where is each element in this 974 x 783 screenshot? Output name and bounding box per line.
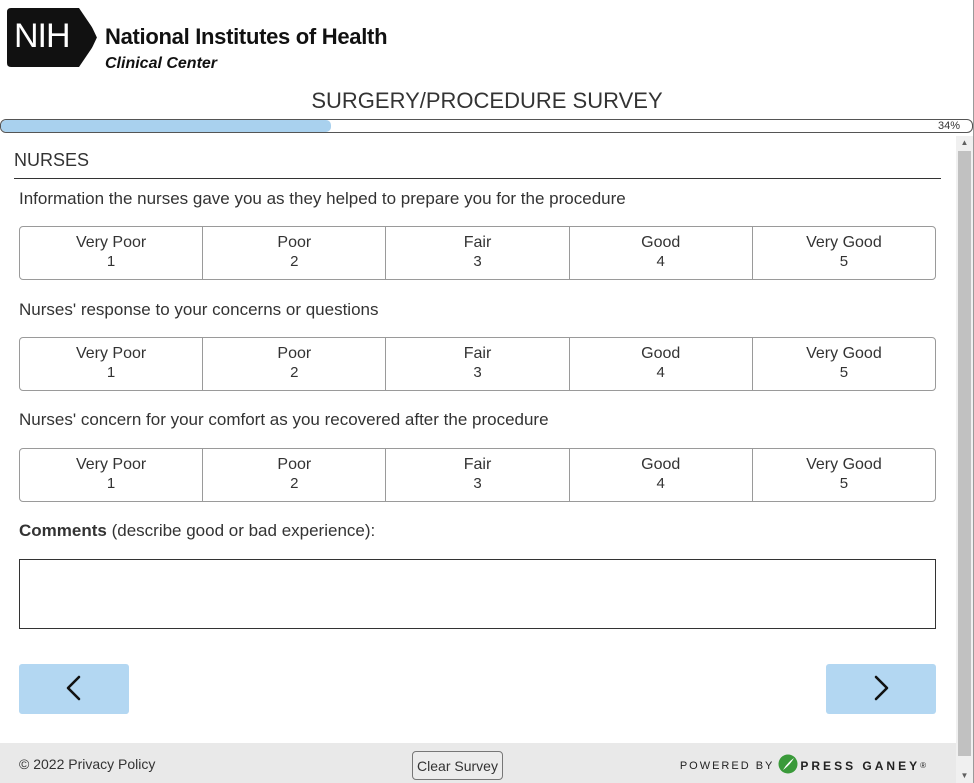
org-name: National Institutes of Health: [105, 24, 388, 49]
rating-option-value: 1: [106, 253, 116, 270]
rating-option-value: 5: [839, 364, 849, 381]
next-button[interactable]: [826, 664, 936, 714]
rating-option-value: 2: [290, 364, 299, 381]
rating-option-label: Poor: [277, 345, 312, 362]
vertical-scrollbar[interactable]: ▲ ▼: [956, 136, 973, 783]
rating-option-very-good[interactable]: Very Good 5: [751, 338, 935, 390]
nih-logo-text: NIH: [14, 17, 71, 55]
rating-option-value: 4: [656, 475, 665, 492]
org-subtitle: Clinical Center: [105, 55, 218, 72]
rating-option-value: 1: [106, 475, 116, 492]
rating-option-label: Poor: [277, 456, 312, 473]
survey-window: NIH National Institutes of Health Clinic…: [0, 0, 974, 783]
question-text: Nurses' concern for your comfort as you …: [19, 410, 549, 429]
rating-option-label: Very Poor: [75, 345, 147, 362]
press-ganey-brand: PRESS GANEY: [800, 758, 921, 773]
progress-fill: [1, 120, 332, 132]
scroll-up-icon[interactable]: ▲: [956, 136, 973, 150]
rating-option-label: Very Poor: [75, 456, 147, 473]
clear-survey-button[interactable]: Clear Survey: [412, 751, 503, 780]
rating-option-poor[interactable]: Poor 2: [202, 449, 385, 501]
powered-by: POWERED BY PRESS GANEY ®: [680, 753, 926, 778]
comments-label: Comments (describe good or bad experienc…: [19, 521, 375, 541]
rating-option-value: 2: [290, 253, 299, 270]
chevron-right-icon: [871, 674, 891, 705]
progress-label: 34%: [937, 120, 960, 132]
scrollbar-thumb[interactable]: [958, 151, 971, 756]
rating-option-label: Very Good: [806, 345, 882, 362]
rating-option-fair[interactable]: Fair 3: [385, 449, 568, 501]
rating-option-label: Fair: [463, 456, 492, 473]
survey-title: SURGERY/PROCEDURE SURVEY: [311, 88, 663, 113]
rating-option-label: Good: [641, 345, 681, 362]
rating-option-very-poor[interactable]: Very Poor 1: [20, 449, 202, 501]
rating-option-very-poor[interactable]: Very Poor 1: [20, 338, 202, 390]
rating-option-value: 4: [656, 364, 665, 381]
rating-option-value: 4: [656, 253, 665, 270]
section-title: NURSES: [14, 150, 90, 170]
rating-option-value: 3: [473, 475, 482, 492]
chevron-left-icon: [64, 674, 84, 705]
nih-logo: NIH National Institutes of Health Clinic…: [7, 8, 388, 73]
rating-option-label: Very Poor: [75, 234, 147, 251]
press-ganey-leaf-icon: [778, 753, 798, 778]
rating-option-value: 5: [839, 475, 849, 492]
rating-option-label: Very Good: [806, 456, 882, 473]
progress-bar: 34%: [0, 119, 973, 133]
rating-option-good[interactable]: Good 4: [568, 338, 752, 390]
privacy-policy-link[interactable]: © 2022 Privacy Policy: [19, 756, 155, 772]
rating-option-value: 3: [473, 364, 482, 381]
comments-label-bold: Comments: [19, 521, 107, 540]
rating-option-poor[interactable]: Poor 2: [202, 227, 385, 279]
rating-option-very-good[interactable]: Very Good 5: [751, 227, 935, 279]
section-divider: [14, 178, 941, 179]
rating-option-label: Good: [641, 456, 681, 473]
powered-by-text: POWERED BY: [679, 759, 775, 772]
rating-scale: Very Poor 1 Poor 2 Fair 3 Good 4 Very Good 5: [19, 448, 936, 502]
rating-option-very-poor[interactable]: Very Poor 1: [20, 227, 202, 279]
previous-button[interactable]: [19, 664, 129, 714]
rating-option-label: Good: [641, 234, 681, 251]
rating-scale: Very Poor 1 Poor 2 Fair 3 Good 4 Very Good 5: [19, 226, 936, 280]
rating-option-value: 2: [290, 475, 299, 492]
rating-option-good[interactable]: Good 4: [568, 227, 752, 279]
comments-label-rest: (describe good or bad experience):: [106, 521, 376, 540]
rating-option-label: Fair: [463, 234, 492, 251]
rating-option-label: Very Good: [806, 234, 882, 251]
rating-option-fair[interactable]: Fair 3: [385, 338, 568, 390]
footer: © 2022 Privacy Policy Clear Survey POWER…: [0, 743, 956, 783]
rating-option-label: Poor: [277, 234, 312, 251]
rating-option-very-good[interactable]: Very Good 5: [751, 449, 935, 501]
rating-option-value: 1: [106, 364, 116, 381]
rating-option-fair[interactable]: Fair 3: [385, 227, 568, 279]
rating-option-good[interactable]: Good 4: [568, 449, 752, 501]
scroll-down-icon[interactable]: ▼: [956, 769, 973, 783]
rating-option-label: Fair: [463, 345, 492, 362]
comments-input[interactable]: [19, 559, 936, 629]
rating-option-value: 5: [839, 253, 849, 270]
registered-mark: ®: [920, 761, 926, 770]
question-text: Information the nurses gave you as they …: [19, 189, 626, 208]
rating-option-poor[interactable]: Poor 2: [202, 338, 385, 390]
rating-scale: Very Poor 1 Poor 2 Fair 3 Good 4 Very Good 5: [19, 337, 936, 391]
rating-option-value: 3: [473, 253, 482, 270]
question-text: Nurses' response to your concerns or que…: [19, 300, 379, 319]
nih-logo-mark: NIH: [7, 8, 99, 67]
